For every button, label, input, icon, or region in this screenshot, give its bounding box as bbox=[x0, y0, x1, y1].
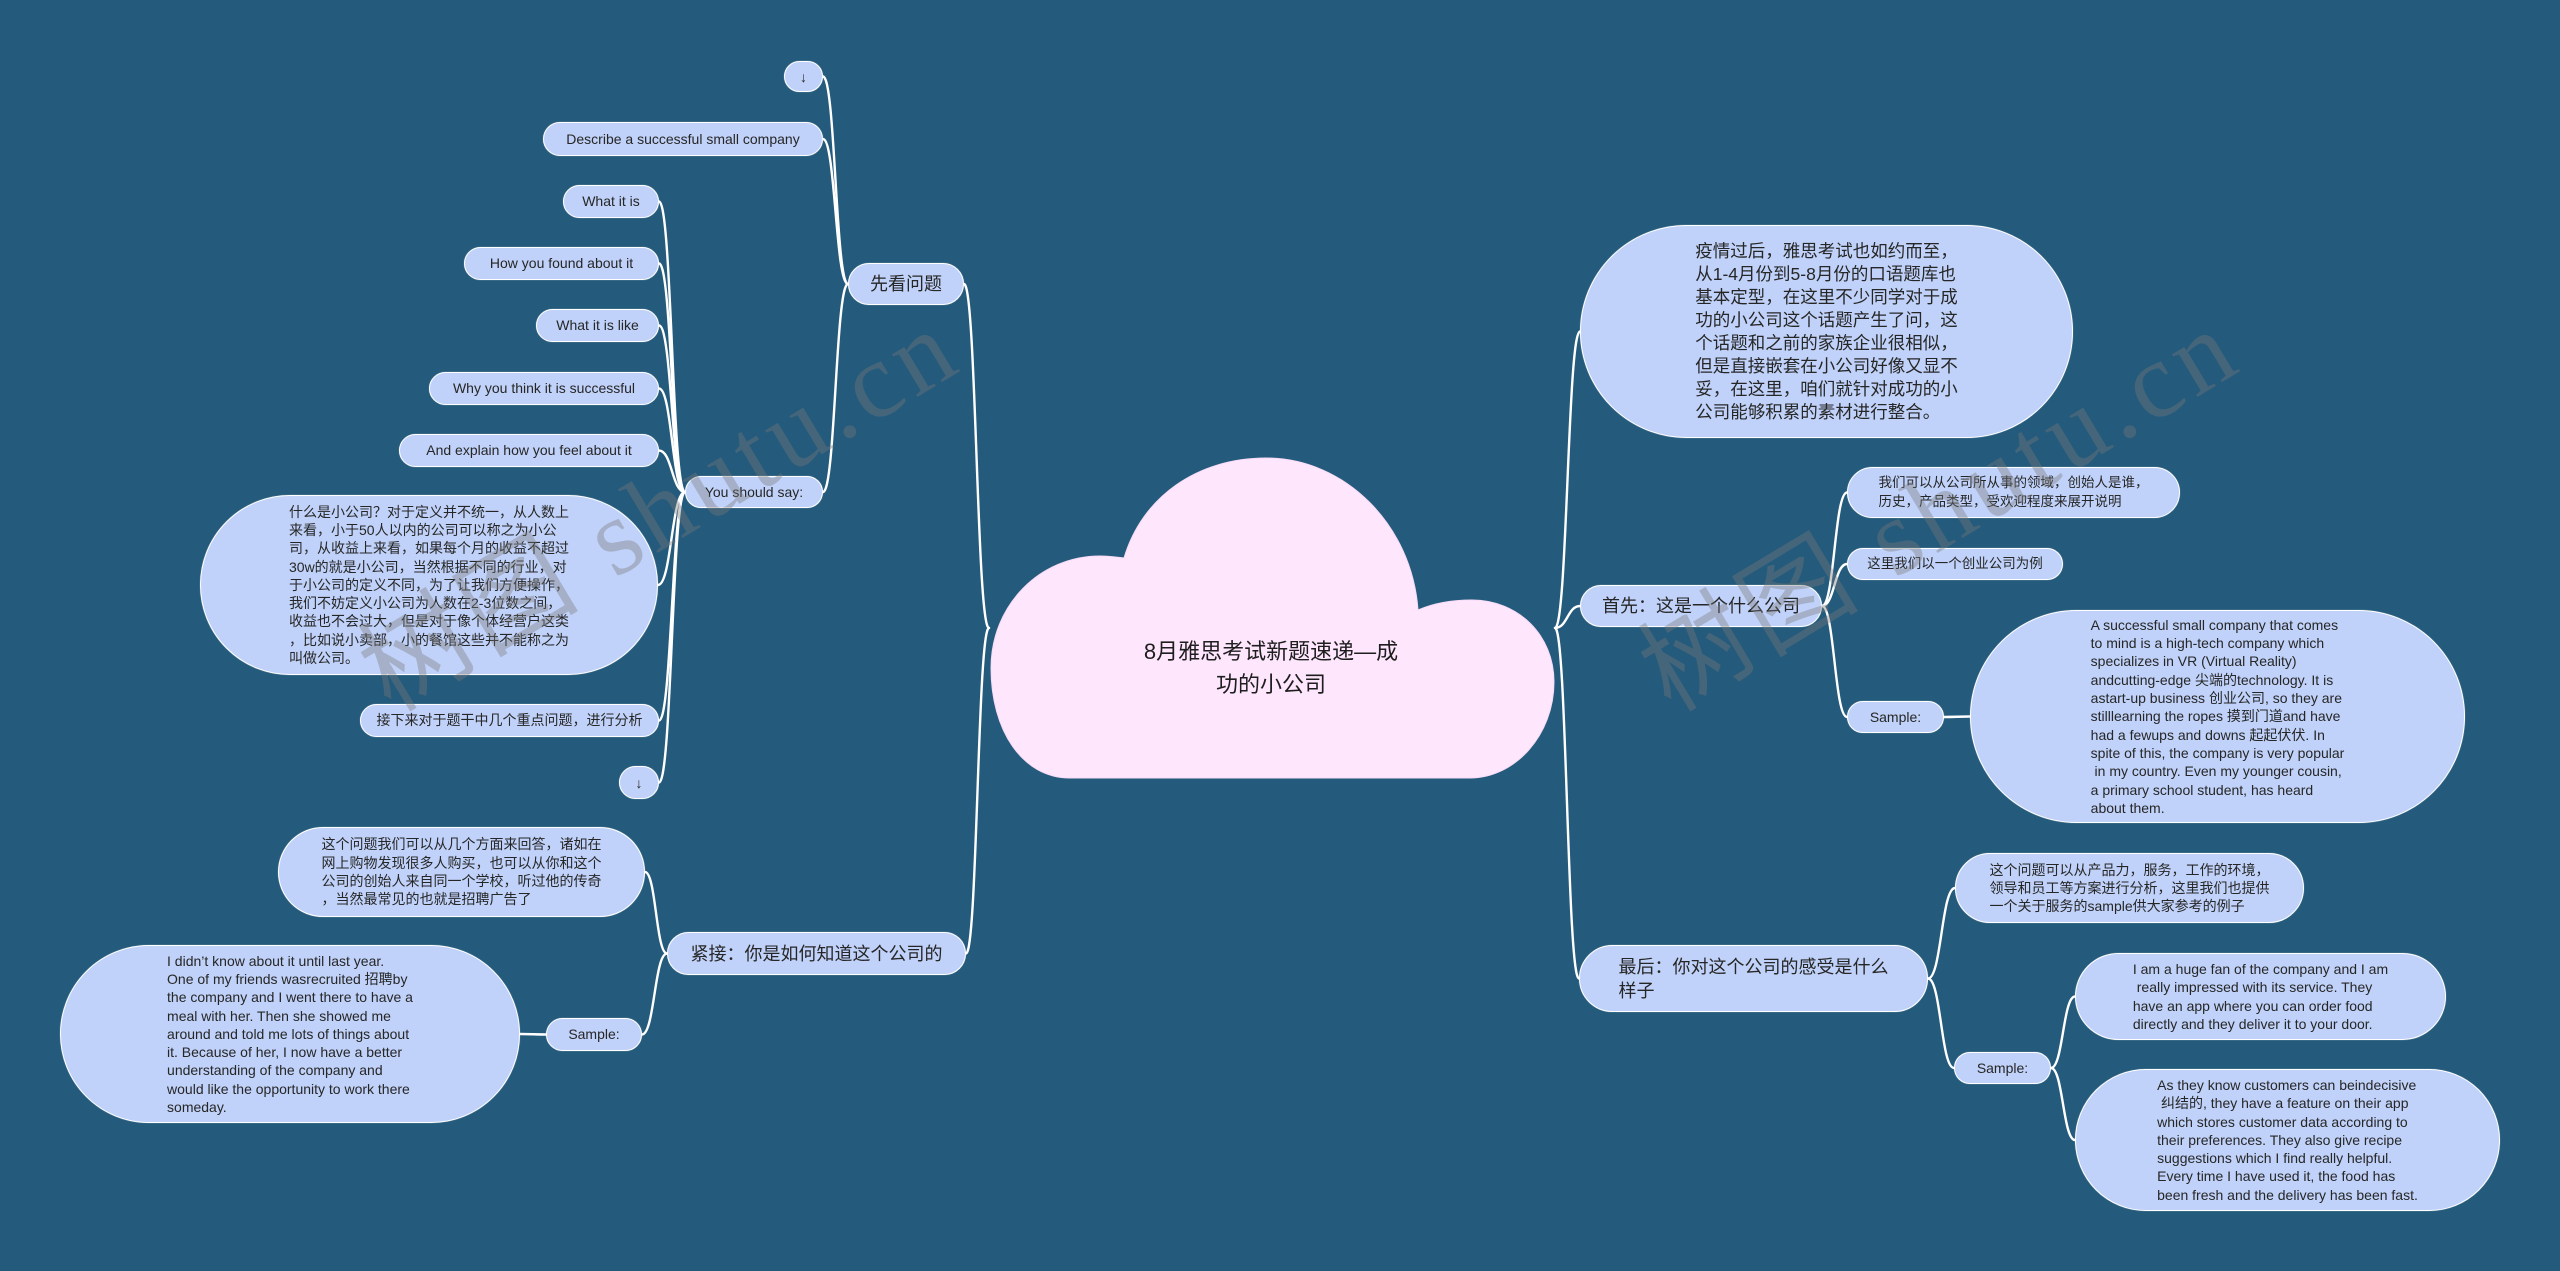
arrow-node: ↓ bbox=[619, 766, 659, 799]
topic-label: Sample: bbox=[1976, 1059, 2029, 1076]
topic-describe-question: Describe a successful small company bbox=[543, 122, 823, 156]
topic-label: Describe a successful small company bbox=[566, 130, 800, 147]
topic-sample-text: As they know customers can beindecisive … bbox=[2075, 1069, 2500, 1211]
topic-label: What it is like bbox=[556, 317, 639, 334]
topic-text: 我们可以从公司所从事的领域，创始人是谁， 历史，产品类型，受欢迎程度来展开说明 bbox=[1878, 475, 2149, 509]
topic-feeling-aspects: 这个问题可以从产品力，服务，工作的环境， 领导和员工等方案进行分析，这里我们也提… bbox=[1955, 853, 2304, 923]
topic-label: 这里我们以一个创业公司为例 bbox=[1867, 555, 2043, 571]
topic-sample: Sample: bbox=[1847, 701, 1944, 733]
topic-sample: Sample: bbox=[1954, 1052, 2051, 1084]
topic-label: 紧接：你是如何知道这个公司的 bbox=[690, 943, 943, 964]
mindmap-canvas: { "colors": { "background": "#245a7b", "… bbox=[0, 0, 2560, 1271]
down-arrow-icon: ↓ bbox=[800, 68, 807, 85]
topic-label: 最后：你对这个公司的感受是什么 样子 bbox=[1618, 956, 1889, 1001]
topic-label: How you found about it bbox=[489, 255, 634, 272]
topic-sample-text: I am a huge fan of the company and I am … bbox=[2075, 953, 2446, 1040]
topic-how-you-knew: 紧接：你是如何知道这个公司的 bbox=[667, 932, 966, 975]
topic-text: A successful small company that comes to… bbox=[2090, 616, 2345, 816]
arrow-node: ↓ bbox=[784, 61, 823, 92]
topic-how-you-found: How you found about it bbox=[464, 247, 659, 280]
topic-label: And explain how you feel about it bbox=[426, 442, 632, 459]
topic-what-it-is: What it is bbox=[563, 185, 659, 218]
topic-text: 疫情过后，雅思考试也如约而至， 从1-4月份到5-8月份的口语题库也 基本定型，… bbox=[1695, 240, 1958, 422]
topic-sample-text: A successful small company that comes to… bbox=[1970, 610, 2465, 823]
topic-what-it-is-like: What it is like bbox=[536, 309, 659, 342]
topic-next-analysis: 接下来对于题干中几个重点问题，进行分析 bbox=[360, 704, 659, 737]
topic-answer-approaches: 这个问题我们可以从几个方面来回答，诸如在 网上购物发现很多人购买，也可以从你和这… bbox=[278, 827, 645, 917]
topic-text: As they know customers can beindecisive … bbox=[2157, 1076, 2418, 1203]
topic-label: 接下来对于题干中几个重点问题，进行分析 bbox=[376, 712, 643, 729]
topic-sample-text: I didn’t know about it until last year. … bbox=[60, 945, 520, 1123]
topic-why-successful: Why you think it is successful bbox=[429, 372, 659, 405]
topic-explain-feelings: And explain how you feel about it bbox=[399, 434, 659, 467]
topic-what-company: 首先：这是一个什么公司 bbox=[1580, 585, 1822, 627]
topic-label: Sample: bbox=[568, 1026, 620, 1043]
topic-startup-example: 这里我们以一个创业公司为例 bbox=[1847, 548, 2063, 580]
topic-small-company-definition: 什么是小公司？对于定义并不统一，从人数上 来看，小于50人以内的公司可以称之为小… bbox=[200, 495, 658, 675]
topic-company-aspects: 我们可以从公司所从事的领域，创始人是谁， 历史，产品类型，受欢迎程度来展开说明 bbox=[1847, 467, 2180, 518]
cloud-shape bbox=[990, 457, 1555, 779]
topic-introduction: 疫情过后，雅思考试也如约而至， 从1-4月份到5-8月份的口语题库也 基本定型，… bbox=[1580, 225, 2073, 438]
topic-text: I am a huge fan of the company and I am … bbox=[2132, 960, 2389, 1032]
topic-text: 什么是小公司？对于定义并不统一，从人数上 来看，小于50人以内的公司可以称之为小… bbox=[289, 503, 569, 667]
root-topic-label: 8月雅思考试新题速递—成 功的小公司 bbox=[1143, 639, 1399, 697]
topic-text: 这个问题我们可以从几个方面来回答，诸如在 网上购物发现很多人购买，也可以从你和这… bbox=[321, 836, 602, 908]
topic-you-should-say: You should say: bbox=[685, 476, 823, 508]
topic-label: You should say: bbox=[704, 483, 804, 500]
topic-text: 这个问题可以从产品力，服务，工作的环境， 领导和员工等方案进行分析，这里我们也提… bbox=[1989, 861, 2270, 915]
topic-label: Why you think it is successful bbox=[452, 380, 636, 397]
topic-sample: Sample: bbox=[546, 1018, 642, 1051]
down-arrow-icon: ↓ bbox=[635, 774, 643, 791]
topic-look-at-question: 先看问题 bbox=[848, 263, 964, 305]
topic-feelings: 最后：你对这个公司的感受是什么 样子 bbox=[1579, 945, 1928, 1012]
topic-label: 首先：这是一个什么公司 bbox=[1602, 596, 1800, 616]
topic-label: What it is bbox=[582, 193, 640, 210]
topic-label: 先看问题 bbox=[870, 274, 942, 294]
topic-text: I didn’t know about it until last year. … bbox=[167, 952, 413, 1116]
topic-label: Sample: bbox=[1869, 708, 1922, 725]
